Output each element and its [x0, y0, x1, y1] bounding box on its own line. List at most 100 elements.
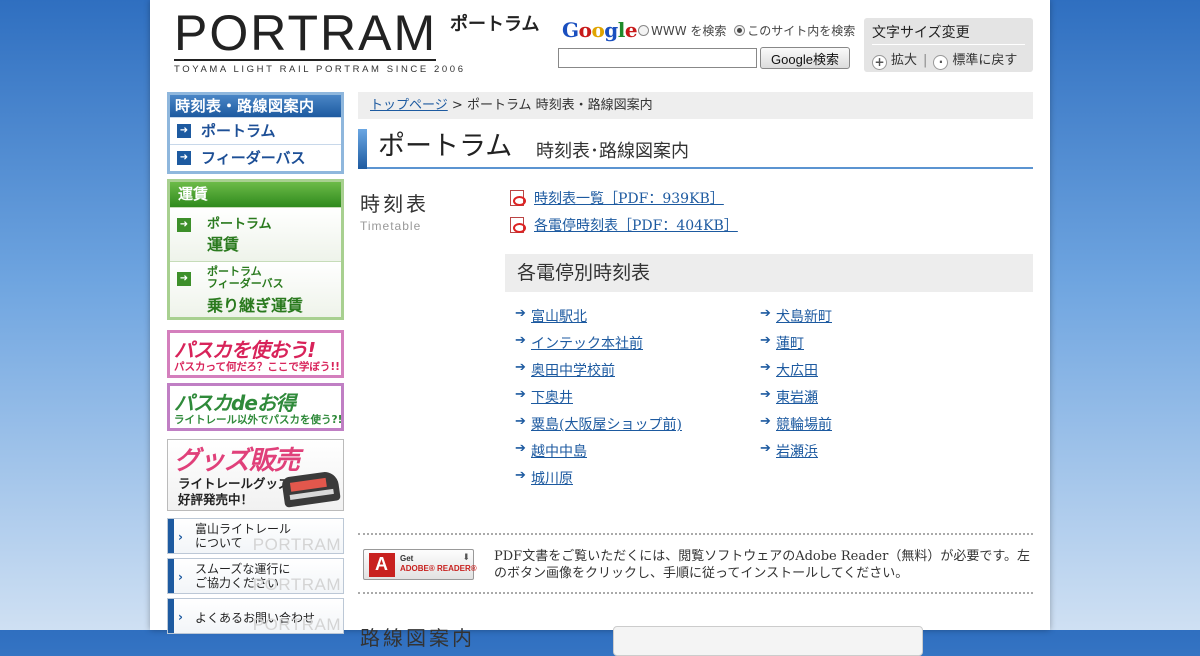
logo-kana: ポートラム	[450, 14, 540, 35]
sidebar-item-portram-fare[interactable]: ➜ ポートラム 運賃	[170, 207, 341, 261]
stop-link[interactable]: 粟島(大阪屋ショップ前)	[515, 414, 682, 441]
fare-item-line1: ポートラム	[207, 217, 272, 232]
divider	[358, 533, 1033, 535]
sidebar-item-label: ポートラム	[201, 122, 276, 140]
tram-illustration	[281, 470, 341, 508]
radio-site[interactable]	[734, 25, 746, 36]
enlarge-label: 拡大	[891, 53, 918, 68]
chevron-right-icon: ›	[178, 570, 183, 584]
arrow-icon: ➜	[177, 272, 191, 286]
transfer-fare-lines: ポートラム フィーダーバス	[207, 265, 284, 290]
watermark: PORTRAM	[252, 575, 341, 594]
adobe-reader-label: ADOBE® READER®	[400, 564, 477, 573]
adobe-notice: PDF文書をご覧いただくには、閲覧ソフトウェアのAdobe Reader（無料）…	[494, 549, 1031, 581]
banner-subtitle: パスカって何だろ？ここで学ぼう!!	[174, 361, 340, 373]
dot-icon: ·	[933, 55, 949, 70]
page-title-main: ポートラム	[378, 131, 513, 162]
goods-banner[interactable]: グッズ販売 ライトレールグッズ, 好評発売中！	[167, 439, 344, 511]
timetable-heading: 時刻表 Timetable	[360, 188, 429, 233]
adobe-icon	[369, 553, 395, 577]
timetable-nav-header: 時刻表・路線図案内	[170, 95, 341, 117]
search-input[interactable]	[558, 48, 757, 68]
chevron-right-icon: ›	[178, 610, 183, 624]
section-heading: 時刻表	[360, 192, 429, 216]
pdf-icon	[510, 217, 526, 233]
chevron-right-icon: ›	[178, 530, 183, 544]
get-adobe-reader-button[interactable]: Get ADOBE® READER® ⬇	[363, 549, 477, 580]
watermark: PORTRAM	[252, 615, 341, 634]
radio-site-label[interactable]: このサイト内を検索	[747, 24, 855, 38]
sidebar-item-transfer-fare[interactable]: ➜ ポートラム フィーダーバス 乗り継ぎ運賃	[170, 261, 341, 317]
stops-header: 各電停別時刻表	[505, 254, 1033, 292]
stop-link[interactable]: 越中中島	[515, 441, 682, 468]
arrow-icon: ➜	[177, 151, 191, 165]
accent-bar	[168, 519, 174, 553]
sidebar: 時刻表・路線図案内 ➜ ポートラム ➜ フィーダーバス 運賃 ➜ ポートラム 運…	[167, 92, 345, 634]
fare-nav-header: 運賃	[170, 182, 341, 207]
stop-link[interactable]: 富山駅北	[515, 306, 682, 333]
stop-link[interactable]: 岩瀬浜	[760, 441, 832, 468]
stop-link[interactable]: 大広田	[760, 360, 832, 387]
stops-left-column: 富山駅北 インテック本社前 奥田中学校前 下奥井 粟島(大阪屋ショップ前) 越中…	[515, 306, 682, 495]
sidebar-item-portram[interactable]: ➜ ポートラム	[170, 117, 341, 144]
stop-link[interactable]: 城川原	[515, 468, 682, 495]
sidebar-item-feeder-bus[interactable]: ➜ フィーダーバス	[170, 144, 341, 171]
sidebar-link-about[interactable]: › 富山ライトレール について PORTRAM	[167, 518, 344, 554]
transfer-fare-title: 乗り継ぎ運賃	[207, 296, 304, 315]
page-title-sub: 時刻表･路線図案内	[536, 141, 689, 162]
banner-title: グッズ販売	[174, 446, 300, 476]
arrow-icon: ➜	[177, 218, 191, 232]
radio-www[interactable]	[638, 25, 649, 36]
stop-link[interactable]: 東岩瀬	[760, 387, 832, 414]
stop-link[interactable]: 奥田中学校前	[515, 360, 682, 387]
stop-link[interactable]: 競輪場前	[760, 414, 832, 441]
adobe-get-label: Get	[400, 554, 414, 563]
font-size-control: 文字サイズ変更 + 拡大 | · 標準に戻す	[864, 18, 1033, 72]
sidebar-link-faq[interactable]: › よくあるお問い合わせ PORTRAM	[167, 598, 344, 634]
breadcrumb: トップページ > ポートラム 時刻表・路線図案内	[358, 92, 1033, 119]
route-map-image	[613, 626, 923, 656]
reset-size-button[interactable]: · 標準に戻す	[933, 53, 1018, 70]
stop-link[interactable]: インテック本社前	[515, 333, 682, 360]
breadcrumb-current: ポートラム 時刻表・路線図案内	[466, 98, 653, 113]
timetable-nav-box: 時刻表・路線図案内 ➜ ポートラム ➜ フィーダーバス	[167, 92, 344, 174]
pdf-icon	[510, 190, 526, 206]
fare-item-line2: 運賃	[207, 235, 240, 254]
google-search-button[interactable]: Google検索	[760, 47, 850, 69]
font-size-title: 文字サイズ変更	[872, 25, 970, 41]
banner-subtitle: ライトレール以外でパスカを使う?!	[174, 414, 343, 426]
accent-bar	[168, 559, 174, 593]
breadcrumb-home-link[interactable]: トップページ	[370, 98, 448, 113]
watermark: PORTRAM	[252, 535, 341, 554]
stop-link[interactable]: 下奥井	[515, 387, 682, 414]
google-logo: Google	[562, 18, 638, 42]
plus-icon: +	[872, 55, 887, 70]
stop-timetables: 各電停別時刻表 富山駅北 インテック本社前 奥田中学校前 下奥井 粟島(大阪屋シ…	[505, 254, 1033, 487]
pasuka-deal-banner[interactable]: パスカdeお得 ライトレール以外でパスカを使う?!	[167, 383, 344, 431]
logo-text: PORTRAM	[174, 5, 438, 61]
breadcrumb-separator: >	[451, 98, 463, 113]
page-title: ポートラム 時刻表･路線図案内	[358, 129, 1033, 169]
divider	[358, 592, 1033, 594]
arrow-icon: ➜	[177, 124, 191, 138]
pdf-link-timetable-list[interactable]: 時刻表一覧［PDF：939KB］	[534, 188, 724, 208]
fare-nav-box: 運賃 ➜ ポートラム 運賃 ➜ ポートラム フィーダーバス 乗り継ぎ運賃	[167, 179, 344, 320]
sidebar-item-label: フィーダーバス	[201, 149, 306, 167]
accent-bar	[168, 599, 174, 633]
stop-link[interactable]: 犬島新町	[760, 306, 832, 333]
page: PORTRAM ポートラム TOYAMA LIGHT RAIL PORTRAM …	[150, 0, 1050, 656]
search-scope: WWW を検索 このサイト内を検索	[638, 22, 855, 39]
download-icon: ⬇	[462, 553, 470, 563]
logo-underline	[174, 59, 436, 61]
separator: |	[923, 53, 928, 68]
section-heading-en: Timetable	[360, 219, 422, 233]
pdf-link-stop-timetables[interactable]: 各電停時刻表［PDF：404KB］	[534, 215, 738, 235]
site-logo[interactable]: PORTRAM ポートラム TOYAMA LIGHT RAIL PORTRAM …	[174, 5, 539, 75]
enlarge-button[interactable]: + 拡大	[872, 53, 918, 70]
stops-right-column: 犬島新町 蓮町 大広田 東岩瀬 競輪場前 岩瀬浜	[760, 306, 832, 468]
pasuka-banner[interactable]: パスカを使おう! パスカって何だろ？ここで学ぼう!!	[167, 330, 344, 378]
radio-www-label[interactable]: WWW を検索	[651, 24, 726, 38]
sidebar-link-cooperation[interactable]: › スムーズな運行に ご協力ください PORTRAM	[167, 558, 344, 594]
stop-link[interactable]: 蓮町	[760, 333, 832, 360]
reset-label: 標準に戻す	[952, 53, 1018, 68]
